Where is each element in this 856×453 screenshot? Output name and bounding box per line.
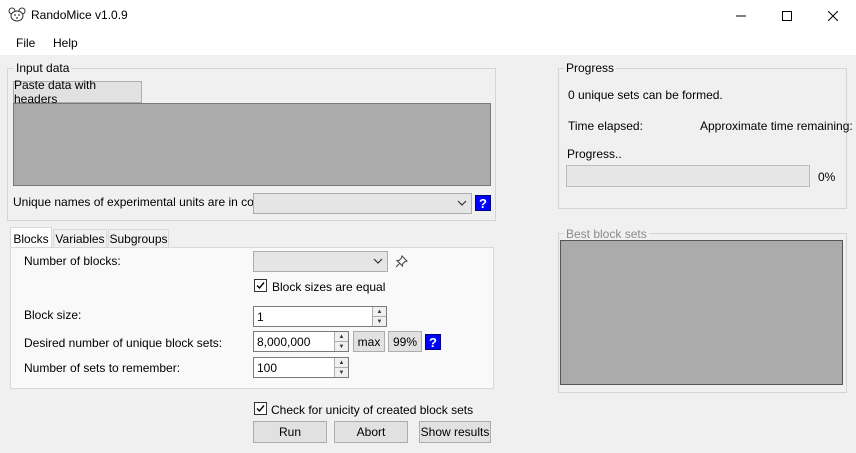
input-data-grid[interactable] [13, 103, 491, 186]
maximize-button[interactable] [764, 0, 810, 31]
unique-sets-text: 0 unique sets can be formed. [568, 88, 723, 102]
pin-icon[interactable] [395, 255, 408, 268]
remember-sets-label: Number of sets to remember: [24, 361, 181, 375]
progress-bar [566, 165, 810, 187]
time-remaining-label: Approximate time remaining: [700, 119, 853, 133]
desired-sets-label: Desired number of unique block sets: [24, 336, 223, 350]
desired-sets-spinner[interactable]: ▲ ▼ [334, 332, 348, 351]
menu-bar [0, 31, 856, 55]
close-button[interactable] [810, 0, 856, 31]
desired-sets-value: 8,000,000 [257, 334, 311, 349]
block-size-input[interactable]: 1 ▲ ▼ [253, 306, 387, 327]
chevron-down-icon [457, 200, 467, 206]
tab-blocks[interactable]: Blocks [10, 227, 52, 249]
desired-sets-input[interactable]: 8,000,000 ▲ ▼ [253, 331, 349, 352]
tab-subgroups[interactable]: Subgroups [108, 229, 169, 248]
mouse-app-icon [8, 7, 26, 23]
desired-sets-help-icon[interactable]: ? [425, 334, 441, 350]
best-sets-grid[interactable] [560, 240, 843, 385]
close-icon [828, 10, 838, 21]
menu-file[interactable]: File [16, 36, 35, 50]
minimize-button[interactable] [718, 0, 764, 31]
remember-sets-value: 100 [257, 360, 278, 375]
unicity-checkbox[interactable] [254, 402, 267, 415]
max-button[interactable]: max [353, 331, 385, 352]
maximize-icon [782, 10, 792, 21]
time-elapsed-label: Time elapsed: [568, 119, 643, 133]
abort-button[interactable]: Abort [334, 421, 408, 443]
checkmark-icon [256, 405, 265, 413]
progress-title: Progress [564, 61, 617, 75]
progress-percent: 0% [818, 170, 836, 184]
unique-names-help-icon[interactable]: ? [475, 195, 491, 211]
input-data-title: Input data [14, 61, 72, 75]
num-blocks-label: Number of blocks: [24, 254, 121, 268]
tab-variables[interactable]: Variables [53, 229, 107, 248]
run-button[interactable]: Run [253, 421, 327, 443]
progress-label: Progress.. [567, 147, 622, 161]
percent-99-button[interactable]: 99% [388, 331, 422, 352]
window-title: RandoMice v1.0.9 [31, 8, 128, 22]
equal-sizes-checkbox[interactable] [254, 279, 267, 292]
paste-data-button[interactable]: Paste data with headers [13, 78, 142, 106]
remember-sets-input[interactable]: 100 ▲ ▼ [253, 357, 349, 378]
best-sets-title: Best block sets [564, 227, 649, 241]
unique-names-combo[interactable] [253, 193, 472, 214]
num-blocks-combo[interactable] [253, 251, 388, 272]
unique-names-label: Unique names of experimental units are i… [13, 195, 284, 209]
remember-sets-spinner[interactable]: ▲ ▼ [334, 358, 348, 377]
block-size-value: 1 [257, 309, 264, 324]
block-size-spinner[interactable]: ▲ ▼ [372, 307, 386, 326]
block-size-label: Block size: [24, 308, 82, 322]
chevron-down-icon [373, 258, 383, 264]
menu-help[interactable]: Help [53, 36, 78, 50]
show-results-button[interactable]: Show results [419, 421, 491, 443]
equal-sizes-label: Block sizes are equal [272, 280, 386, 294]
minimize-icon [736, 15, 746, 16]
checkmark-icon [256, 282, 265, 290]
unicity-label: Check for unicity of created block sets [271, 403, 474, 417]
